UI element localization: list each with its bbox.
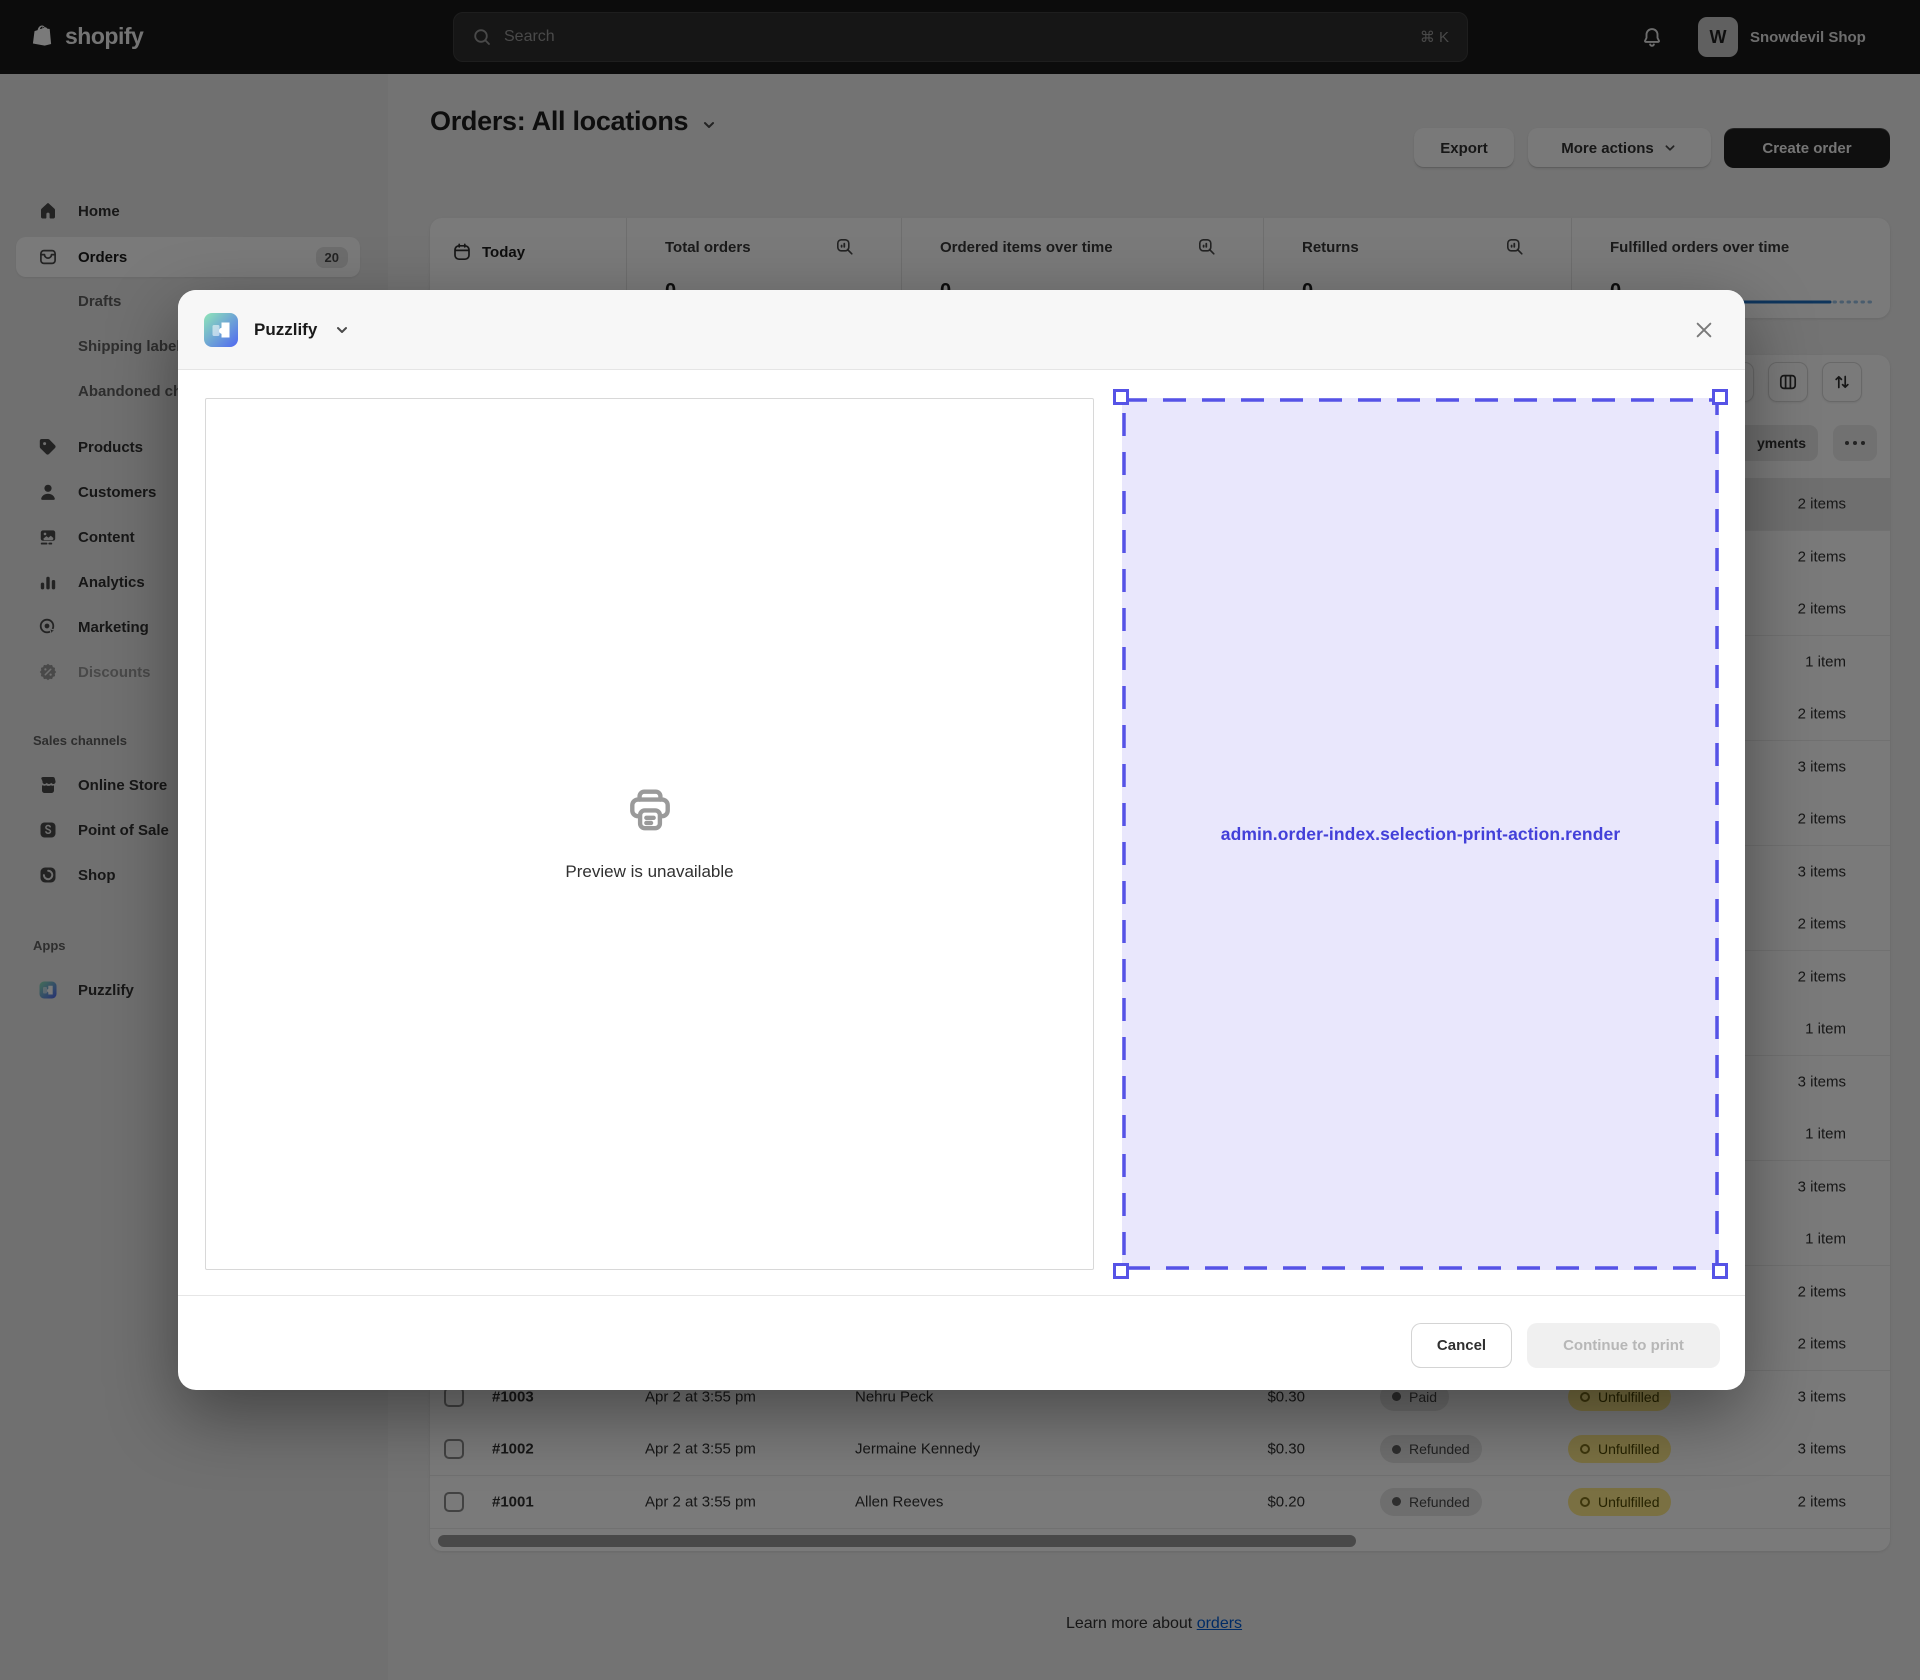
printer-icon <box>625 786 675 836</box>
shopify-admin-app: shopify Search ⌘ K W Snowdevil Shop Sale… <box>0 0 1920 1680</box>
modal-header: Puzzlify <box>178 290 1745 370</box>
puzzlify-app-icon <box>204 313 238 347</box>
preview-unavailable-message: Preview is unavailable <box>565 862 733 882</box>
chevron-down-icon[interactable] <box>333 321 351 339</box>
continue-to-print-button[interactable]: Continue to print <box>1527 1323 1720 1368</box>
modal-footer: Cancel Continue to print <box>178 1295 1745 1390</box>
close-icon <box>1692 318 1716 342</box>
cancel-button[interactable]: Cancel <box>1411 1323 1512 1368</box>
modal-close-button[interactable] <box>1689 315 1719 345</box>
extension-selection-zone[interactable]: admin.order-index.selection-print-action… <box>1122 398 1719 1270</box>
modal-app-name: Puzzlify <box>254 320 317 340</box>
puzzlify-print-modal: Puzzlify Preview is unavailable admin.or… <box>178 290 1745 1390</box>
extension-target-label: admin.order-index.selection-print-action… <box>1122 398 1719 1270</box>
print-preview-panel: Preview is unavailable <box>205 398 1094 1270</box>
